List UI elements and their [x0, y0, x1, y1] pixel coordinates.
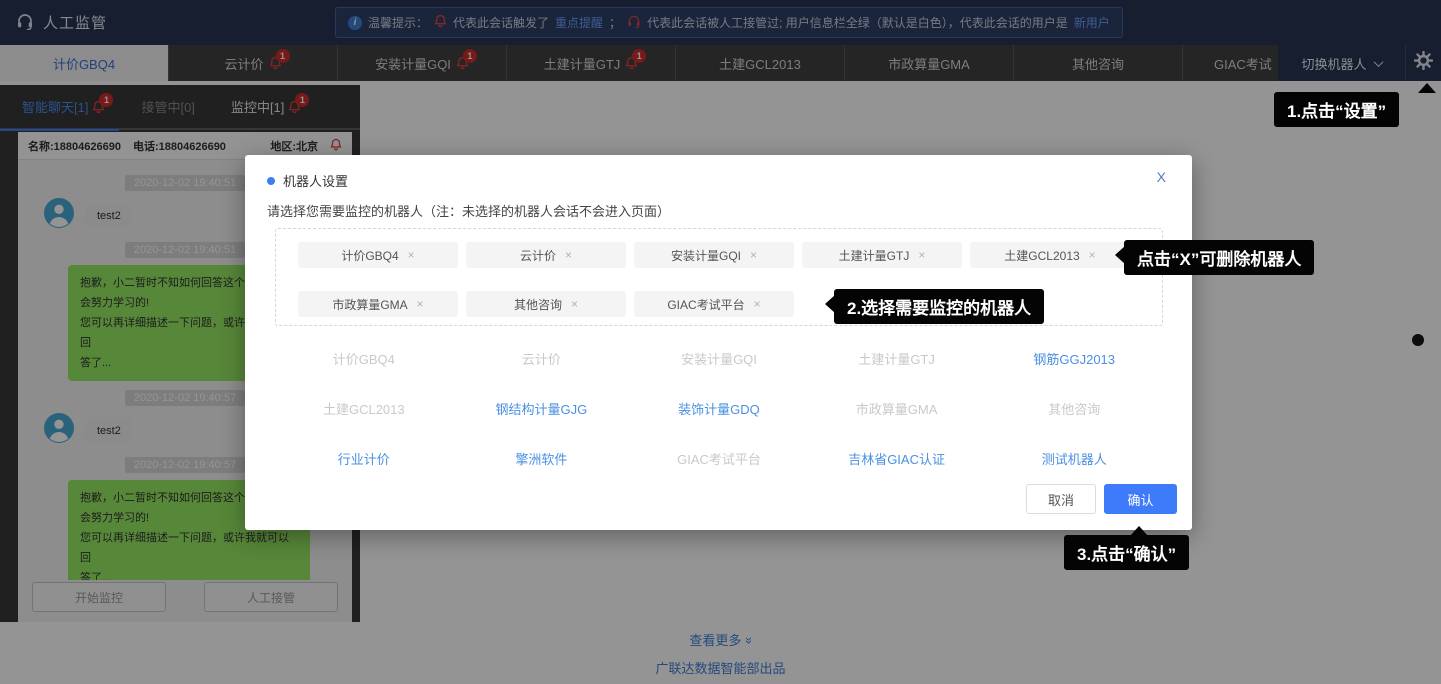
arrow-up-icon	[1418, 83, 1436, 93]
dialog-header: 机器人设置	[267, 171, 348, 190]
callout-step1: 1.点击“设置”	[1274, 92, 1399, 127]
selected-robot-chip: 云计价 ×	[466, 242, 626, 268]
robot-option: 云计价	[453, 349, 631, 368]
selected-robot-label: 市政算量GMA	[332, 296, 407, 313]
robot-option: GIAC考试平台	[630, 449, 808, 468]
selected-robot-chip: GIAC考试平台 ×	[634, 291, 794, 317]
robot-option: 土建GCL2013	[275, 399, 453, 418]
callout-step3-text: 3.点击“确认”	[1077, 545, 1176, 564]
dialog-footer: 取消 确认	[1026, 484, 1177, 514]
selected-robot-chip: 土建GCL2013 ×	[970, 242, 1130, 268]
robot-option[interactable]: 钢筋GGJ2013	[985, 349, 1163, 368]
selected-robot-label: 安装计量GQI	[671, 247, 741, 264]
callout-step2-text: 2.选择需要监控的机器人	[847, 299, 1031, 318]
confirm-button[interactable]: 确认	[1104, 484, 1177, 514]
remove-robot-icon[interactable]: ×	[408, 248, 415, 262]
robot-option[interactable]: 擎洲软件	[453, 449, 631, 468]
callout-step2: 2.选择需要监控的机器人	[834, 289, 1044, 324]
callout-delete-hint: 点击“X”可删除机器人	[1124, 240, 1314, 275]
callout-step3: 3.点击“确认”	[1064, 535, 1189, 570]
dialog-subtitle: 请选择您需要监控的机器人（注：未选择的机器人会话不会进入页面）	[267, 201, 670, 220]
selected-robot-label: 土建GCL2013	[1004, 247, 1079, 264]
selected-robot-chip: 计价GBQ4 ×	[298, 242, 458, 268]
remove-robot-icon[interactable]: ×	[571, 297, 578, 311]
selected-robot-label: 云计价	[520, 247, 556, 264]
robot-option: 其他咨询	[985, 399, 1163, 418]
close-icon[interactable]: X	[1157, 169, 1166, 185]
dialog-title: 机器人设置	[283, 171, 348, 190]
arrow-up-icon	[1130, 526, 1148, 536]
arrow-left-icon	[1115, 246, 1125, 264]
robot-option: 市政算量GMA	[808, 399, 986, 418]
available-robots-grid: 计价GBQ4云计价安装计量GQI土建计量GTJ钢筋GGJ2013 土建GCL201…	[275, 333, 1163, 483]
callout-step1-text: 1.点击“设置”	[1287, 102, 1386, 121]
selected-robot-chip: 土建计量GTJ ×	[802, 242, 962, 268]
callout-delete-text: 点击“X”可删除机器人	[1137, 250, 1301, 269]
selected-robot-label: 计价GBQ4	[341, 247, 398, 264]
selected-robot-label: GIAC考试平台	[667, 296, 744, 313]
selected-robot-label: 土建计量GTJ	[839, 247, 910, 264]
robot-option: 安装计量GQI	[630, 349, 808, 368]
selected-robot-chip: 其他咨询 ×	[466, 291, 626, 317]
robot-option[interactable]: 装饰计量GDQ	[630, 399, 808, 418]
robot-settings-dialog: 机器人设置 X 请选择您需要监控的机器人（注：未选择的机器人会话不会进入页面） …	[245, 155, 1192, 530]
robot-option[interactable]: 行业计价	[275, 449, 453, 468]
cancel-button[interactable]: 取消	[1026, 484, 1096, 514]
selected-robot-chip: 安装计量GQI ×	[634, 242, 794, 268]
selected-robot-chips-row1: 计价GBQ4 × 云计价 × 安装计量GQI × 土建计量GTJ × 土建GCL2013 ×	[298, 242, 1130, 268]
arrow-left-icon	[825, 295, 835, 313]
remove-robot-icon[interactable]: ×	[918, 248, 925, 262]
robot-option[interactable]: 测试机器人	[985, 449, 1163, 468]
robot-option: 土建计量GTJ	[808, 349, 986, 368]
remove-robot-icon[interactable]: ×	[417, 297, 424, 311]
remove-robot-icon[interactable]: ×	[750, 248, 757, 262]
blue-dot-icon	[267, 177, 275, 185]
remove-robot-icon[interactable]: ×	[1089, 248, 1096, 262]
robot-option: 计价GBQ4	[275, 349, 453, 368]
robot-option[interactable]: 吉林省GIAC认证	[808, 449, 986, 468]
black-dot	[1412, 334, 1424, 346]
remove-robot-icon[interactable]: ×	[565, 248, 572, 262]
selected-robot-chip: 市政算量GMA ×	[298, 291, 458, 317]
remove-robot-icon[interactable]: ×	[754, 297, 761, 311]
selected-robot-label: 其他咨询	[514, 296, 562, 313]
selected-robot-chips-row2: 市政算量GMA × 其他咨询 × GIAC考试平台 ×	[298, 291, 794, 317]
robot-option[interactable]: 钢结构计量GJG	[453, 399, 631, 418]
